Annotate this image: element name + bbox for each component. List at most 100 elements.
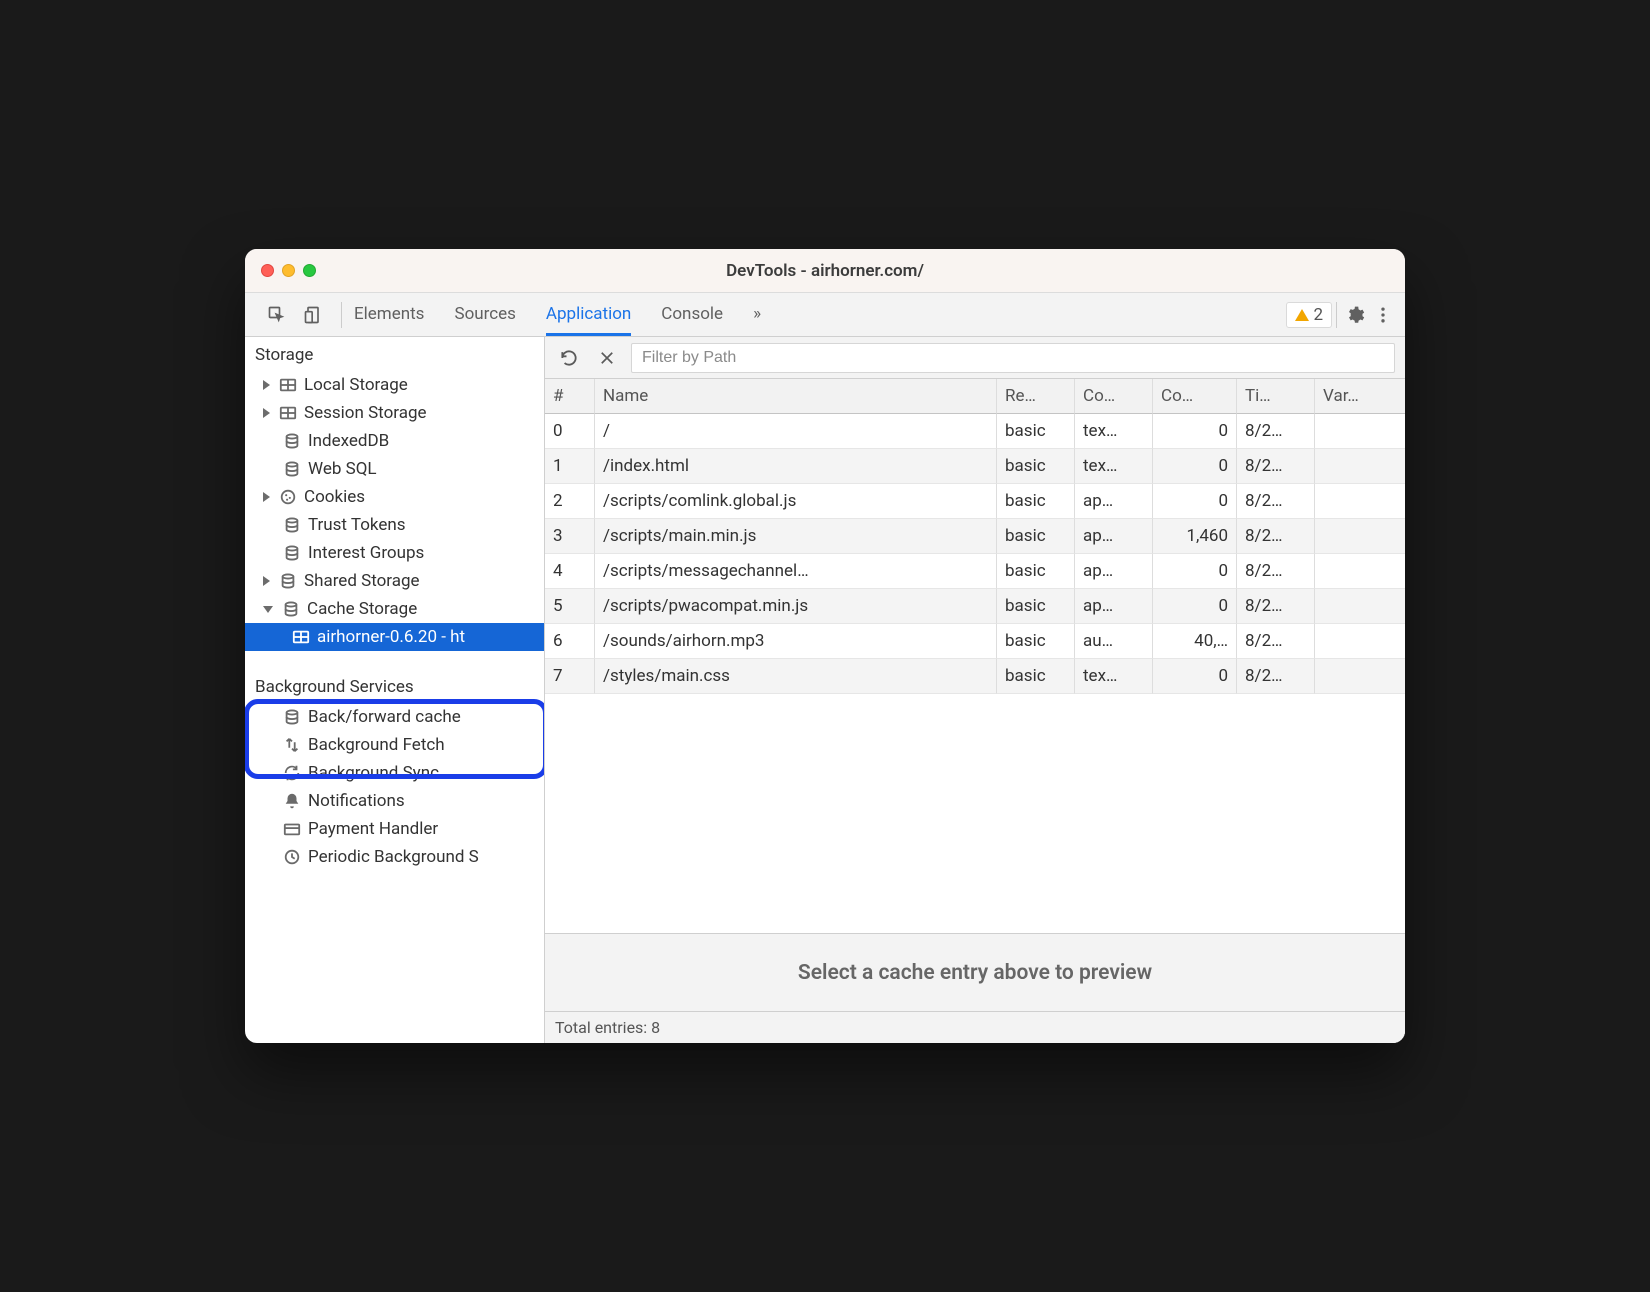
sidebar-item-label: Payment Handler <box>308 819 438 839</box>
col-content-type[interactable]: Co… <box>1075 379 1153 414</box>
clear-icon[interactable] <box>593 344 621 372</box>
sidebar-item-back-forward-cache[interactable]: Back/forward cache <box>245 703 544 731</box>
table-row[interactable]: 5/scripts/pwacompat.min.jsbasicap…08/2… <box>545 589 1405 624</box>
sidebar-item-indexeddb[interactable]: IndexedDB <box>245 427 544 455</box>
cell-ct: ap… <box>1075 554 1153 589</box>
chevron-icon[interactable] <box>263 492 270 502</box>
cell-ct: tex… <box>1075 414 1153 449</box>
separator <box>341 302 342 328</box>
inspect-icon[interactable] <box>263 301 291 329</box>
cell-vary <box>1315 659 1405 694</box>
sidebar-item-web-sql[interactable]: Web SQL <box>245 455 544 483</box>
sidebar-item-background-sync[interactable]: Background Sync <box>245 759 544 787</box>
sidebar-item-label: Shared Storage <box>304 571 420 591</box>
sidebar-item-cache-storage[interactable]: Cache Storage <box>245 595 544 623</box>
spacer <box>263 436 274 446</box>
sidebar-item-cache-instance[interactable]: airhorner-0.6.20 - ht <box>245 623 544 651</box>
sidebar-item-label: Periodic Background S <box>308 847 479 867</box>
db-icon <box>278 571 298 591</box>
sidebar-item-periodic-background-s[interactable]: Periodic Background S <box>245 843 544 871</box>
cache-table: # Name Re… Co… Co… Ti… Var… 0/basictex…0… <box>545 379 1405 1043</box>
sidebar-item-local-storage[interactable]: Local Storage <box>245 371 544 399</box>
table-icon <box>291 627 311 647</box>
cell-time: 8/2… <box>1237 589 1315 624</box>
table-row[interactable]: 1/index.htmlbasictex…08/2… <box>545 449 1405 484</box>
table-row[interactable]: 2/scripts/comlink.global.jsbasicap…08/2… <box>545 484 1405 519</box>
spacer <box>263 548 274 558</box>
sidebar-item-cookies[interactable]: Cookies <box>245 483 544 511</box>
cell-resp: basic <box>997 519 1075 554</box>
cell-name: /index.html <box>595 449 997 484</box>
cell-cl: 0 <box>1153 484 1237 519</box>
tab-sources[interactable]: Sources <box>454 294 515 336</box>
col-vary[interactable]: Var… <box>1315 379 1405 414</box>
chevron-icon[interactable] <box>263 380 270 390</box>
content-toolbar <box>545 337 1405 379</box>
table-row[interactable]: 6/sounds/airhorn.mp3basicau…40,…8/2… <box>545 624 1405 659</box>
db-icon <box>282 515 302 535</box>
col-content-length[interactable]: Co… <box>1153 379 1237 414</box>
sidebar-item-shared-storage[interactable]: Shared Storage <box>245 567 544 595</box>
db-icon <box>282 543 302 563</box>
cell-name: /scripts/main.min.js <box>595 519 997 554</box>
tab-application[interactable]: Application <box>546 294 631 336</box>
sidebar-item-label: Cache Storage <box>307 599 417 619</box>
spacer <box>263 464 274 474</box>
db-icon <box>282 707 302 727</box>
tab-elements[interactable]: Elements <box>354 294 424 336</box>
table-row[interactable]: 0/basictex…08/2… <box>545 414 1405 449</box>
spacer <box>263 796 274 806</box>
issues-badge[interactable]: 2 <box>1286 302 1332 328</box>
kebab-icon[interactable] <box>1369 301 1397 329</box>
sidebar-item-trust-tokens[interactable]: Trust Tokens <box>245 511 544 539</box>
col-name[interactable]: Name <box>595 379 997 414</box>
device-toggle-icon[interactable] <box>299 301 327 329</box>
table-row[interactable]: 4/scripts/messagechannel…basicap…08/2… <box>545 554 1405 589</box>
sidebar-item-notifications[interactable]: Notifications <box>245 787 544 815</box>
cell-resp: basic <box>997 659 1075 694</box>
sidebar-item-label: Trust Tokens <box>308 515 406 535</box>
sidebar-item-label: Cookies <box>304 487 365 507</box>
bg-section-title: Background Services <box>245 669 544 703</box>
col-time[interactable]: Ti… <box>1237 379 1315 414</box>
sidebar: Storage Local Storage Session StorageInde… <box>245 337 545 1043</box>
cell-time: 8/2… <box>1237 414 1315 449</box>
cell-cl: 1,460 <box>1153 519 1237 554</box>
chevron-icon[interactable] <box>263 606 273 613</box>
reload-icon[interactable] <box>555 344 583 372</box>
cell-ct: ap… <box>1075 589 1153 624</box>
cell-ct: ap… <box>1075 484 1153 519</box>
titlebar: DevTools - airhorner.com/ <box>245 249 1405 293</box>
cell-vary <box>1315 589 1405 624</box>
chevron-icon[interactable] <box>263 576 270 586</box>
close-window-button[interactable] <box>261 264 274 277</box>
minimize-window-button[interactable] <box>282 264 295 277</box>
cell-ct: ap… <box>1075 519 1153 554</box>
filter-input[interactable] <box>631 343 1395 373</box>
cell-idx: 2 <box>545 484 595 519</box>
chevron-icon[interactable] <box>263 408 270 418</box>
gear-icon[interactable] <box>1341 301 1369 329</box>
sidebar-item-label: Local Storage <box>304 375 408 395</box>
spacer <box>263 740 274 750</box>
sidebar-item-interest-groups[interactable]: Interest Groups <box>245 539 544 567</box>
sidebar-item-background-fetch[interactable]: Background Fetch <box>245 731 544 759</box>
card-icon <box>282 819 302 839</box>
table-row[interactable]: 7/styles/main.cssbasictex…08/2… <box>545 659 1405 694</box>
sidebar-item-label: Back/forward cache <box>308 707 461 727</box>
zoom-window-button[interactable] <box>303 264 316 277</box>
cell-name: /scripts/comlink.global.js <box>595 484 997 519</box>
spacer <box>263 852 274 862</box>
sidebar-item-session-storage[interactable]: Session Storage <box>245 399 544 427</box>
table-row[interactable]: 3/scripts/main.min.jsbasicap…1,4608/2… <box>545 519 1405 554</box>
col-index[interactable]: # <box>545 379 595 414</box>
sidebar-item-payment-handler[interactable]: Payment Handler <box>245 815 544 843</box>
warning-icon <box>1295 309 1309 321</box>
tab-console[interactable]: Console <box>661 294 723 336</box>
cell-idx: 1 <box>545 449 595 484</box>
cell-cl: 40,… <box>1153 624 1237 659</box>
tab-more[interactable]: » <box>753 294 761 336</box>
col-response[interactable]: Re… <box>997 379 1075 414</box>
storage-section-title: Storage <box>245 337 544 371</box>
panel-tabs: Elements Sources Application Console » <box>354 294 761 336</box>
